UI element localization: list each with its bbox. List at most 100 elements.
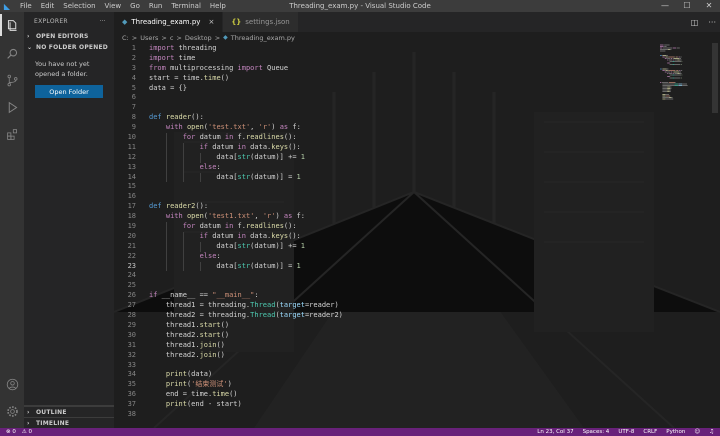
code-line[interactable]: 16 bbox=[114, 192, 720, 202]
code-line[interactable]: 28 thread2 = threading.Thread(target=rea… bbox=[114, 311, 720, 321]
code-line[interactable]: 32 thread2.join() bbox=[114, 351, 720, 361]
explorer-icon[interactable] bbox=[3, 16, 21, 34]
menu-selection[interactable]: Selection bbox=[63, 2, 95, 10]
feedback-icon[interactable]: ☺ bbox=[694, 429, 700, 435]
code-line[interactable]: 2 import time bbox=[114, 54, 720, 64]
line-number: 35 bbox=[127, 380, 136, 389]
timeline-section[interactable]: › TIMELINE bbox=[24, 417, 114, 428]
code-line[interactable]: 35 print('结束测试') bbox=[114, 380, 720, 390]
code-token: data = {} bbox=[149, 83, 187, 92]
code-line[interactable]: 9 with open('test.txt', 'r') as f: bbox=[114, 123, 720, 133]
menu-help[interactable]: Help bbox=[210, 2, 226, 10]
code-line[interactable]: 13 else: bbox=[114, 162, 720, 173]
maximize-button[interactable]: ☐ bbox=[676, 0, 698, 12]
code-line[interactable]: 5 data = {} bbox=[114, 84, 720, 94]
menu-go[interactable]: Go bbox=[130, 2, 140, 10]
code-line[interactable]: 23 data[str(datum)] = 1 bbox=[114, 261, 720, 272]
menu-terminal[interactable]: Terminal bbox=[171, 2, 201, 10]
code-line[interactable]: 25 bbox=[114, 281, 720, 291]
encoding[interactable]: UTF-8 bbox=[618, 429, 634, 435]
code-line[interactable]: 8 def reader(): bbox=[114, 113, 720, 123]
code-editor[interactable]: 1 import threading 2 import time 3 from multi… bbox=[114, 44, 720, 420]
search-icon[interactable] bbox=[3, 44, 21, 62]
line-number: 36 bbox=[127, 390, 136, 399]
scrollbar-thumb[interactable] bbox=[712, 43, 718, 113]
minimize-button[interactable]: — bbox=[654, 0, 676, 12]
code-line[interactable]: 31 thread1.join() bbox=[114, 341, 720, 351]
breadcrumb-item[interactable]: c bbox=[170, 34, 174, 42]
language-mode[interactable]: Python bbox=[666, 429, 685, 435]
menu-run[interactable]: Run bbox=[149, 2, 162, 10]
code-line[interactable]: 30 thread2.start() bbox=[114, 331, 720, 341]
open-editors-label: OPEN EDITORS bbox=[36, 33, 89, 40]
menu-view[interactable]: View bbox=[105, 2, 122, 10]
vertical-scrollbar[interactable] bbox=[708, 43, 720, 428]
errors-count[interactable]: ⊗ 0 bbox=[6, 429, 16, 435]
breadcrumb-item[interactable]: Desktop bbox=[185, 34, 212, 42]
extensions-icon[interactable] bbox=[3, 125, 21, 143]
line-ending[interactable]: CRLF bbox=[643, 429, 657, 435]
run-debug-icon[interactable] bbox=[3, 98, 21, 116]
outline-section[interactable]: › OUTLINE bbox=[24, 406, 114, 417]
more-actions-icon[interactable]: ··· bbox=[99, 18, 106, 25]
close-window-button[interactable]: ✕ bbox=[698, 0, 720, 12]
cursor-position[interactable]: Ln 23, Col 37 bbox=[537, 429, 573, 435]
code-line[interactable]: 10 for datum in f.readlines(): bbox=[114, 133, 720, 143]
code-line[interactable]: 27 thread1 = threading.Thread(target=rea… bbox=[114, 301, 720, 311]
code-line[interactable]: 24 bbox=[114, 271, 720, 281]
gear-icon[interactable] bbox=[3, 402, 21, 420]
tab-settings-json[interactable]: {} settings.json bbox=[223, 12, 299, 32]
code-line[interactable]: 1 import threading bbox=[114, 44, 720, 54]
code-line[interactable]: 37 print(end - start) bbox=[114, 400, 720, 410]
code-line[interactable]: 19 for datum in f.readlines(): bbox=[114, 222, 720, 232]
more-actions-icon[interactable]: ··· bbox=[708, 18, 716, 27]
code-line[interactable]: 14 data[str(datum)] = 1 bbox=[114, 172, 720, 183]
breadcrumb-item[interactable]: Threading_exam.py bbox=[231, 34, 295, 42]
code-line[interactable]: 12 data[str(datum)] += 1 bbox=[114, 152, 720, 163]
code-line[interactable]: 4 start = time.time() bbox=[114, 74, 720, 84]
code-line[interactable]: 29 thread1.start() bbox=[114, 321, 720, 331]
code-text: data[str(datum)] = 1 bbox=[149, 172, 300, 183]
line-number: 32 bbox=[127, 350, 136, 359]
code-line[interactable]: 15 bbox=[114, 182, 720, 192]
code-line[interactable]: 17 def reader2(): bbox=[114, 202, 720, 212]
minimap[interactable] bbox=[658, 43, 708, 103]
code-line[interactable]: 18 with open('test1.txt', 'r') as f: bbox=[114, 212, 720, 222]
code-line[interactable]: 22 else: bbox=[114, 251, 720, 262]
status-bar: ⊗ 0 ⚠ 0 Ln 23, Col 37 Spaces: 4 UTF-8 CR… bbox=[0, 428, 720, 436]
account-icon[interactable] bbox=[3, 375, 21, 393]
tab-threading-exam[interactable]: ◆ Threading_exam.py × bbox=[114, 12, 224, 32]
code-line[interactable]: 38 bbox=[114, 410, 720, 420]
indentation[interactable]: Spaces: 4 bbox=[583, 429, 610, 435]
line-number: 9 bbox=[131, 123, 136, 132]
split-editor-icon[interactable]: ◫ bbox=[691, 18, 699, 27]
code-line[interactable]: 3 from multiprocessing import Queue bbox=[114, 64, 720, 74]
code-line[interactable]: 7 bbox=[114, 103, 720, 113]
editor-actions: ◫ ··· bbox=[691, 12, 716, 32]
code-line[interactable]: 11 if datum in data.keys(): bbox=[114, 142, 720, 153]
code-line[interactable]: 26 if __name__ == "__main__": bbox=[114, 291, 720, 301]
code-line[interactable]: 21 data[str(datum)] += 1 bbox=[114, 241, 720, 252]
menu-edit[interactable]: Edit bbox=[41, 2, 55, 10]
code-line[interactable]: 20 if datum in data.keys(): bbox=[114, 231, 720, 242]
code-token: target bbox=[279, 301, 305, 310]
indent-guide bbox=[199, 152, 201, 163]
no-folder-section[interactable]: ⌄ NO FOLDER OPENED bbox=[24, 42, 114, 53]
code-token: str bbox=[237, 172, 251, 181]
menu-file[interactable]: File bbox=[20, 2, 32, 10]
line-number: 2 bbox=[131, 53, 136, 62]
code-line[interactable]: 34 print(data) bbox=[114, 370, 720, 380]
close-tab-icon[interactable]: × bbox=[208, 18, 214, 26]
bell-icon[interactable]: ♫ bbox=[709, 429, 714, 435]
breadcrumb-item[interactable]: Users bbox=[140, 34, 158, 42]
code-line[interactable]: 36 end = time.time() bbox=[114, 390, 720, 400]
open-folder-button[interactable]: Open Folder bbox=[35, 85, 103, 98]
breadcrumb-item[interactable]: C: bbox=[122, 34, 129, 42]
code-line[interactable]: 6 bbox=[114, 93, 720, 103]
source-control-icon[interactable] bbox=[3, 71, 21, 89]
code-line[interactable]: 33 bbox=[114, 361, 720, 371]
warnings-count[interactable]: ⚠ 0 bbox=[22, 429, 32, 435]
open-editors-section[interactable]: › OPEN EDITORS bbox=[24, 31, 114, 42]
code-token: start = time. bbox=[149, 73, 204, 82]
